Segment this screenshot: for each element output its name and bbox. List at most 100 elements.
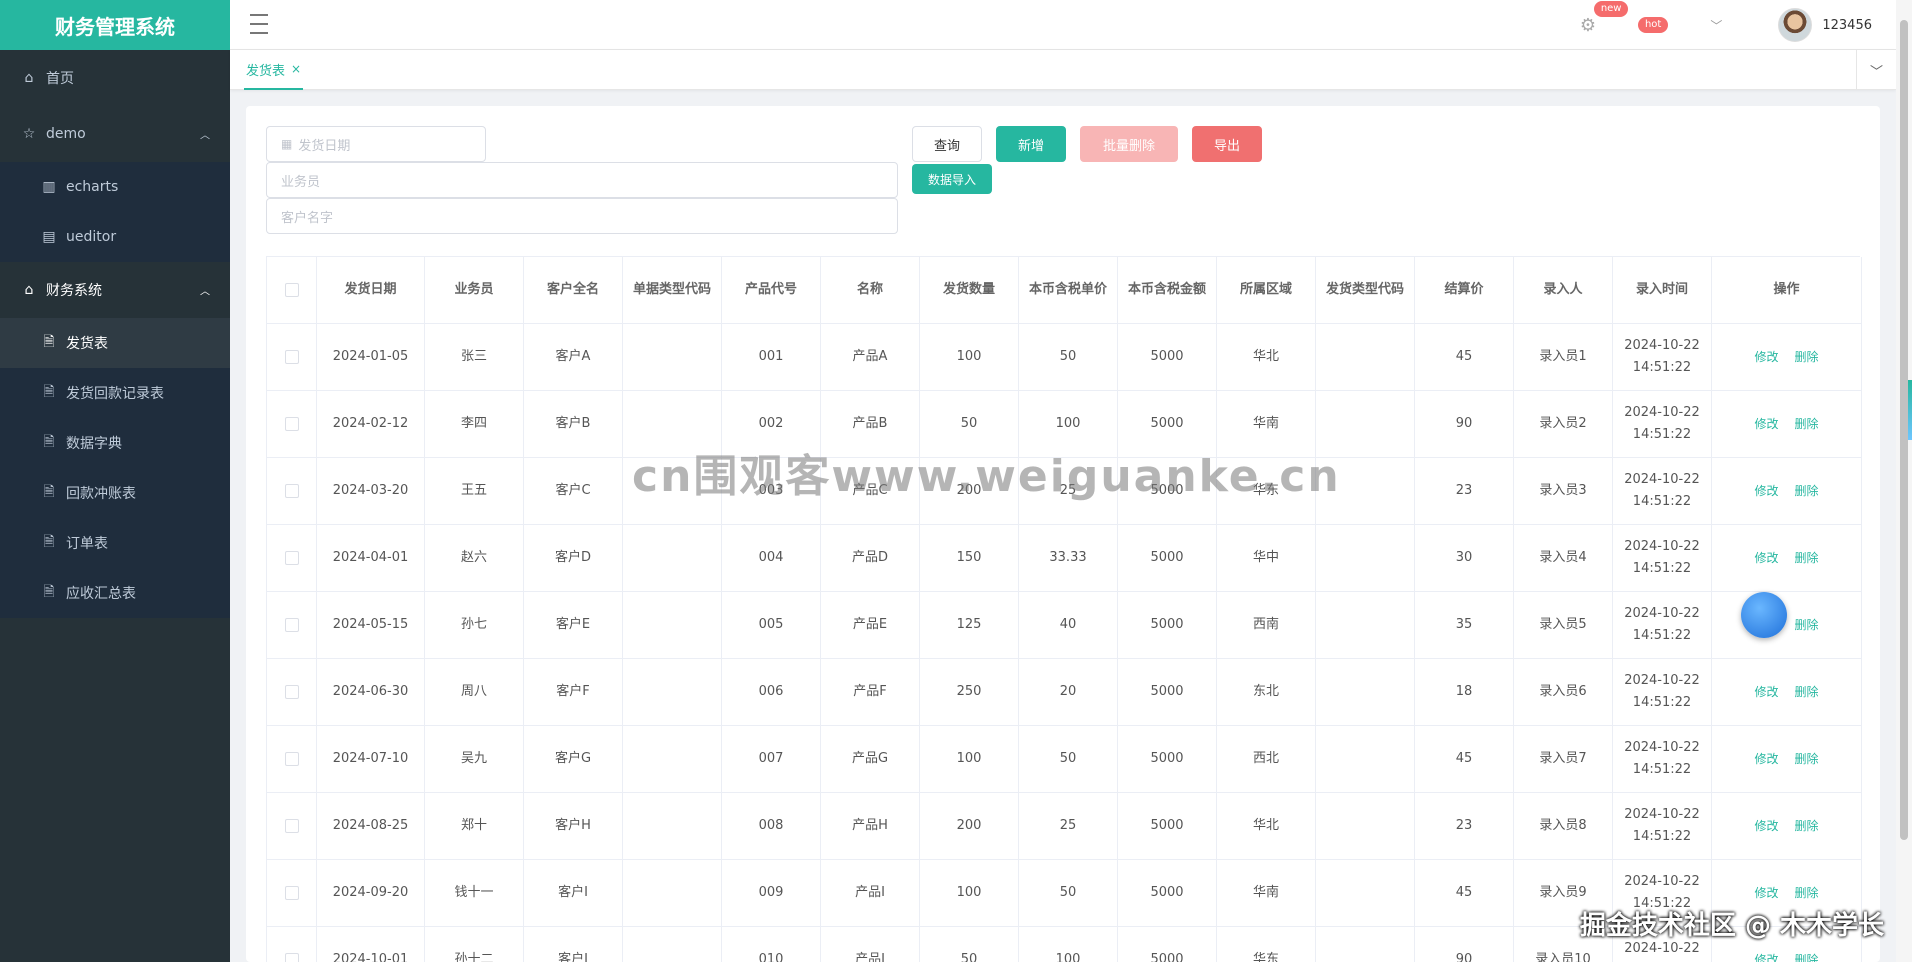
- delete-link[interactable]: 删除: [1795, 480, 1819, 502]
- table-cell: [1316, 659, 1415, 726]
- row-checkbox[interactable]: [284, 685, 299, 699]
- sidebar-item-shipping[interactable]: 🗎 发货表: [0, 318, 230, 368]
- table-cell: 5000: [1118, 793, 1217, 860]
- settings-button[interactable]: ⚙ new: [1580, 0, 1629, 36]
- row-checkbox[interactable]: [284, 417, 299, 431]
- row-checkbox[interactable]: [284, 752, 299, 766]
- delete-link[interactable]: 删除: [1795, 882, 1819, 904]
- row-checkbox[interactable]: [284, 484, 299, 498]
- row-checkbox[interactable]: [284, 551, 299, 565]
- table-cell: 18: [1415, 659, 1514, 726]
- table-cell: [623, 927, 722, 962]
- row-select-cell: [267, 860, 317, 927]
- sidebar-group-demo[interactable]: ☆ demo ︿: [0, 106, 230, 162]
- sidebar-item-receivables[interactable]: 🗎 应收汇总表: [0, 568, 230, 618]
- batch-delete-button[interactable]: 批量删除: [1080, 126, 1178, 162]
- table-cell: 2024-02-12: [317, 391, 425, 458]
- table-cell: 35: [1415, 592, 1514, 659]
- delete-link[interactable]: 删除: [1795, 614, 1819, 636]
- row-select-cell: [267, 726, 317, 793]
- table-cell: 90: [1415, 391, 1514, 458]
- document-icon: 🗎: [43, 534, 55, 550]
- import-button[interactable]: 数据导入: [912, 164, 992, 194]
- row-checkbox[interactable]: [284, 886, 299, 900]
- hot-badge[interactable]: hot: [1637, 17, 1669, 33]
- table-cell: 客户E: [524, 592, 623, 659]
- table-cell: [1316, 927, 1415, 962]
- edit-link[interactable]: 修改: [1754, 480, 1778, 502]
- table-cell: 2024-01-05: [317, 324, 425, 391]
- tab-shipping[interactable]: 发货表 ×: [244, 50, 304, 90]
- export-button[interactable]: 导出: [1192, 126, 1262, 162]
- home-icon: ⌂: [24, 282, 34, 298]
- delete-link[interactable]: 删除: [1795, 547, 1819, 569]
- delete-link[interactable]: 删除: [1795, 949, 1819, 962]
- query-button[interactable]: 查询: [912, 126, 982, 162]
- table-cell: 2024-06-30: [317, 659, 425, 726]
- delete-link[interactable]: 删除: [1795, 748, 1819, 770]
- select-all-checkbox[interactable]: [284, 283, 299, 297]
- table-cell: 产品H: [821, 793, 920, 860]
- close-icon[interactable]: ×: [291, 62, 301, 76]
- table-cell: 录入员2: [1514, 391, 1613, 458]
- edit-link[interactable]: 修改: [1754, 748, 1778, 770]
- table-row: 2024-02-12 李四 客户B 002 产品B 50 100 5000 华南 90 录入员2 20…: [267, 391, 1862, 458]
- customer-input[interactable]: 客户名字: [266, 198, 898, 234]
- row-checkbox[interactable]: [284, 819, 299, 833]
- chevron-down-icon[interactable]: ﹀: [1710, 17, 1722, 34]
- table-cell: [623, 793, 722, 860]
- edit-link[interactable]: 修改: [1754, 413, 1778, 435]
- sidebar-item-ueditor[interactable]: ▤ ueditor: [0, 212, 230, 262]
- row-checkbox[interactable]: [284, 350, 299, 364]
- sidebar-item-payment-offset[interactable]: 🗎 回款冲账表: [0, 468, 230, 518]
- sidebar-item-echarts[interactable]: ▥ echarts: [0, 162, 230, 212]
- column-header: 发货日期: [317, 257, 425, 324]
- tabs-dropdown-button[interactable]: ﹀: [1856, 50, 1896, 90]
- table-cell: 23: [1415, 793, 1514, 860]
- column-header: 操作: [1712, 257, 1862, 324]
- username[interactable]: 123456: [1822, 18, 1872, 33]
- delete-link[interactable]: 删除: [1795, 413, 1819, 435]
- page-scrollbar[interactable]: [1896, 0, 1912, 962]
- table-cell: 2024-10-22 14:51:22: [1613, 592, 1712, 659]
- edit-link[interactable]: 修改: [1754, 547, 1778, 569]
- row-select-cell: [267, 525, 317, 592]
- chevron-up-icon: ︿: [200, 130, 210, 142]
- sidebar-item-shipping-payment[interactable]: 🗎 发货回款记录表: [0, 368, 230, 418]
- delete-link[interactable]: 删除: [1795, 346, 1819, 368]
- column-header: 名称: [821, 257, 920, 324]
- document-icon: 🗎: [43, 584, 55, 600]
- floating-assistant-button[interactable]: [1741, 592, 1787, 638]
- delete-link[interactable]: 删除: [1795, 815, 1819, 837]
- row-checkbox[interactable]: [284, 953, 299, 962]
- table-cell: 009: [722, 860, 821, 927]
- salesman-input[interactable]: 业务员: [266, 162, 898, 198]
- table-cell: 李四: [425, 391, 524, 458]
- table-cell: 客户I: [524, 860, 623, 927]
- avatar[interactable]: [1778, 8, 1813, 42]
- edit-link[interactable]: 修改: [1754, 949, 1778, 962]
- row-checkbox[interactable]: [284, 618, 299, 632]
- date-input[interactable]: ▦ 发货日期: [266, 126, 486, 162]
- tab-label: 发货表: [246, 63, 286, 79]
- scrollbar-thumb[interactable]: [1900, 20, 1908, 840]
- edit-link[interactable]: 修改: [1754, 681, 1778, 703]
- edit-link[interactable]: 修改: [1754, 882, 1778, 904]
- delete-link[interactable]: 删除: [1795, 681, 1819, 703]
- table-cell: 录入员4: [1514, 525, 1613, 592]
- sidebar-item-dictionary[interactable]: 🗎 数据字典: [0, 418, 230, 468]
- table-cell: 002: [722, 391, 821, 458]
- table-cell: 33.33: [1019, 525, 1118, 592]
- add-button[interactable]: 新增: [996, 126, 1066, 162]
- sidebar-group-finance[interactable]: ⌂ 财务系统 ︿: [0, 262, 230, 318]
- sidebar-item-orders[interactable]: 🗎 订单表: [0, 518, 230, 568]
- sidebar-item-label: 应收汇总表: [66, 586, 136, 602]
- calendar-icon: ▦: [281, 137, 293, 151]
- sidebar-item-home[interactable]: ⌂ 首页: [0, 50, 230, 106]
- row-select-cell: [267, 793, 317, 860]
- hamburger-icon[interactable]: [250, 14, 268, 34]
- edit-link[interactable]: 修改: [1754, 815, 1778, 837]
- table-row: 2024-04-01 赵六 客户D 004 产品D 150 33.33 5000 华中 30 录入员…: [267, 525, 1862, 592]
- table-cell: 客户G: [524, 726, 623, 793]
- edit-link[interactable]: 修改: [1754, 346, 1778, 368]
